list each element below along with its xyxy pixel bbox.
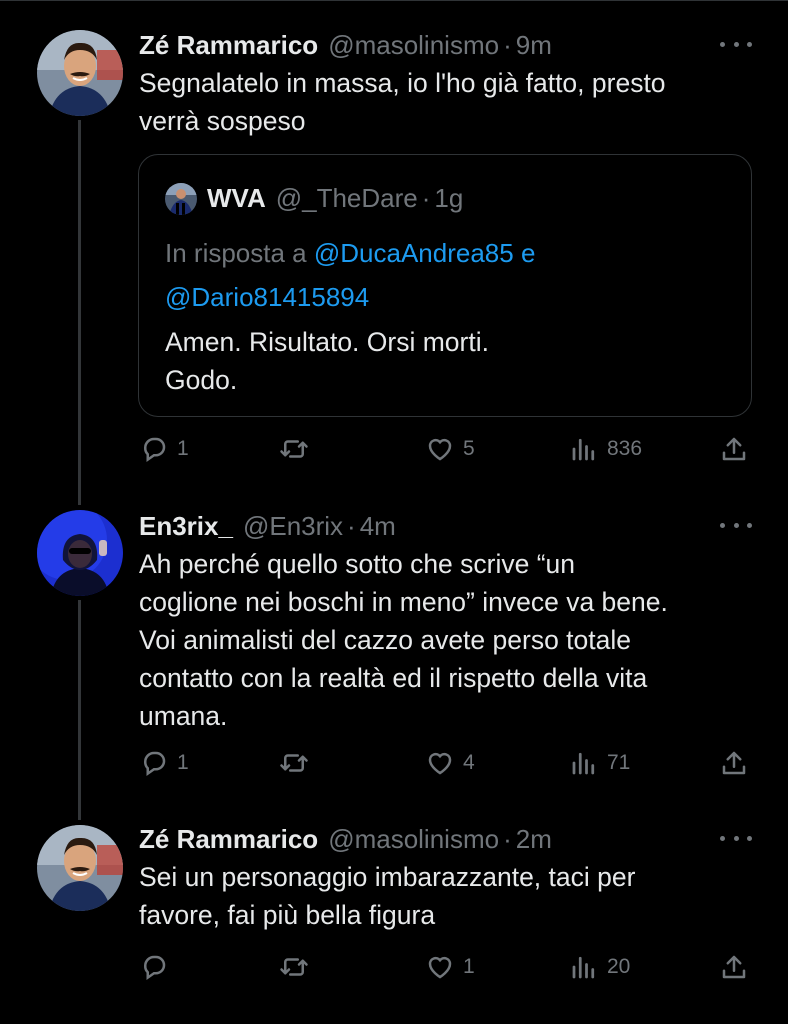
reply-context: In risposta a @DucaAndrea85 e @Dario8141… xyxy=(165,231,725,319)
tweet-text-line: umana. xyxy=(139,701,228,731)
tweet-text-line: Segnalatelo in massa, io l'ho già fatto,… xyxy=(139,68,666,98)
like-count: 1 xyxy=(463,955,475,978)
views-button[interactable]: 20 xyxy=(569,950,630,984)
views-count: 71 xyxy=(607,751,631,774)
share-button[interactable] xyxy=(719,432,749,466)
retweet-icon xyxy=(279,952,309,982)
reply-count: 1 xyxy=(177,437,189,460)
tweet-text-line: Ah perché quello sotto che scrive “un xyxy=(139,549,576,579)
views-icon xyxy=(569,748,599,778)
mention-link[interactable]: @Dario81415894 xyxy=(165,282,369,312)
author-handle[interactable]: @En3rix xyxy=(243,511,343,542)
separator-dot: · xyxy=(503,30,512,60)
reply-joiner: e xyxy=(520,238,536,268)
tweet-text: Ah perché quello sotto che scrive “un co… xyxy=(139,545,759,735)
timestamp[interactable]: 9m xyxy=(516,30,552,61)
author-handle[interactable]: @masolinismo xyxy=(328,30,499,61)
separator-dot: · xyxy=(421,183,431,213)
author-name[interactable]: Zé Rammarico xyxy=(139,30,318,61)
reply-count: 1 xyxy=(177,751,189,774)
retweet-button[interactable] xyxy=(279,746,317,780)
like-icon xyxy=(425,434,455,464)
quoted-author-name[interactable]: WVA xyxy=(207,183,266,214)
like-button[interactable]: 4 xyxy=(425,746,475,780)
quoted-tweet-text: Amen. Risultato. Orsi morti. Godo. xyxy=(165,323,725,399)
retweet-button[interactable] xyxy=(279,950,317,984)
more-icon[interactable] xyxy=(720,515,752,535)
views-button[interactable]: 71 xyxy=(569,746,630,780)
tweet-actions: 1 4 71 xyxy=(139,746,751,780)
share-button[interactable] xyxy=(719,950,749,984)
quoted-text-line: Amen. Risultato. Orsi morti. xyxy=(165,327,489,357)
quoted-text-line: Godo. xyxy=(165,365,238,395)
tweet-header: Zé Rammarico @masolinismo · 9m xyxy=(139,30,552,61)
tweet[interactable]: Zé Rammarico @masolinismo · 9m Segnalate… xyxy=(0,0,788,490)
like-count: 4 xyxy=(463,751,475,774)
tweet-header: Zé Rammarico @masolinismo · 2m xyxy=(139,824,552,855)
views-count: 836 xyxy=(607,437,643,460)
avatar xyxy=(165,183,197,215)
avatar[interactable] xyxy=(37,510,123,596)
tweet-header: En3rix_ @En3rix · 4m xyxy=(139,511,396,542)
more-icon[interactable] xyxy=(720,34,752,54)
tweet-text: Sei un personaggio imbarazzante, taci pe… xyxy=(139,858,759,934)
author-name[interactable]: En3rix_ xyxy=(139,511,233,542)
author-name[interactable]: Zé Rammarico xyxy=(139,824,318,855)
tweet-text-line: contatto con la realtà ed il rispetto de… xyxy=(139,663,648,693)
like-count: 5 xyxy=(463,437,475,460)
author-handle[interactable]: @masolinismo xyxy=(328,824,499,855)
more-icon[interactable] xyxy=(720,828,752,848)
quoted-tweet[interactable]: WVA @_TheDare · 1g In risposta a @DucaAn… xyxy=(138,154,752,417)
reply-prefix: In risposta a xyxy=(165,238,307,268)
views-icon xyxy=(569,434,599,464)
like-icon xyxy=(425,748,455,778)
like-button[interactable]: 1 xyxy=(425,950,475,984)
separator-dot: · xyxy=(503,824,512,854)
thread-connector-line xyxy=(78,600,81,820)
quoted-timestamp[interactable]: 1g xyxy=(434,183,463,214)
tweet-actions: 1 20 xyxy=(139,950,751,984)
reply-button[interactable]: 1 xyxy=(139,432,189,466)
timestamp[interactable]: 4m xyxy=(360,511,396,542)
avatar[interactable] xyxy=(37,30,123,116)
retweet-icon xyxy=(279,748,309,778)
like-button[interactable]: 5 xyxy=(425,432,475,466)
quoted-tweet-header: WVA @_TheDare · 1g xyxy=(207,183,463,214)
tweet-text-line: coglione nei boschi in meno” invece va b… xyxy=(139,587,668,617)
reply-icon xyxy=(139,434,169,464)
tweet-text: Segnalatelo in massa, io l'ho già fatto,… xyxy=(139,64,759,140)
tweet-text-line: favore, fai più bella figura xyxy=(139,900,436,930)
reply-button[interactable]: 1 xyxy=(139,746,189,780)
mention-link[interactable]: @DucaAndrea85 xyxy=(314,238,514,268)
views-count: 20 xyxy=(607,955,631,978)
views-button[interactable]: 836 xyxy=(569,432,642,466)
share-icon xyxy=(719,748,749,778)
avatar[interactable] xyxy=(37,825,123,911)
tweet-actions: 1 5 836 xyxy=(139,432,751,466)
quoted-author-handle[interactable]: @_TheDare xyxy=(276,183,418,214)
reply-icon xyxy=(139,748,169,778)
retweet-icon xyxy=(279,434,309,464)
reply-button[interactable] xyxy=(139,950,177,984)
share-icon xyxy=(719,952,749,982)
retweet-button[interactable] xyxy=(279,432,317,466)
like-icon xyxy=(425,952,455,982)
share-icon xyxy=(719,434,749,464)
tweet-text-line: Sei un personaggio imbarazzante, taci pe… xyxy=(139,862,636,892)
tweet-text-line: Voi animalisti del cazzo avete perso tot… xyxy=(139,625,631,655)
reply-icon xyxy=(139,952,169,982)
timestamp[interactable]: 2m xyxy=(516,824,552,855)
tweet-text-line: verrà sospeso xyxy=(139,106,306,136)
views-icon xyxy=(569,952,599,982)
separator-dot: · xyxy=(347,511,356,541)
share-button[interactable] xyxy=(719,746,749,780)
